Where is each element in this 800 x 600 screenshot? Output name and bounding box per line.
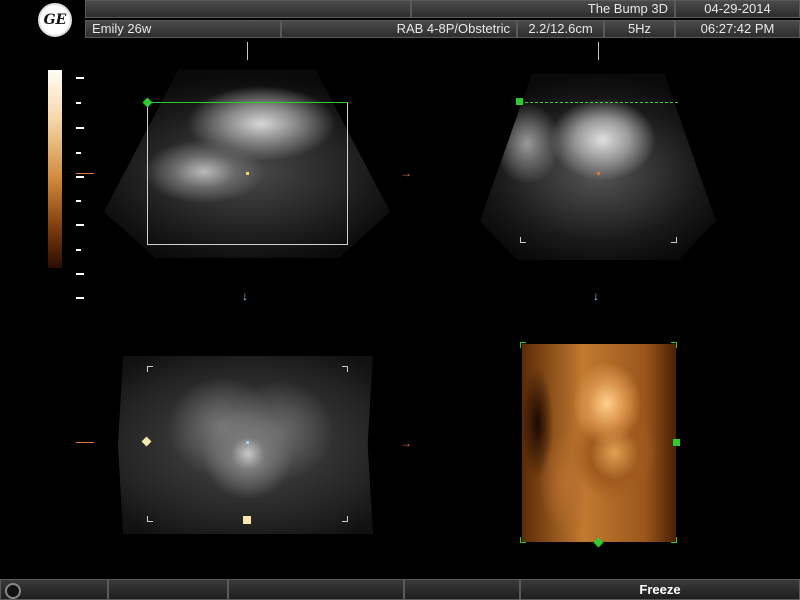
plane-a-scan-line [247,42,248,60]
plane-a-cursor [246,172,249,175]
patient-name: Emily 26w [85,20,281,38]
footer-softkey-1[interactable] [108,579,228,600]
plane-c-cursor [246,441,249,444]
plane-b-down-arrow-icon: ↓ [593,289,599,303]
plane-b-corner-bl [520,237,526,243]
plane-c-view[interactable] [118,356,373,534]
header-date: 04-29-2014 [675,0,800,18]
plane-c-corner-tr [342,366,348,372]
render-corner-tl [520,342,526,348]
scale-tick [76,127,84,129]
ge-logo: GE [38,3,72,37]
plane-c-right-arrow-icon: → [400,436,412,450]
plane-b-scan-line [598,42,599,60]
header-title: The Bump 3D [411,0,675,18]
header-time: 06:27:42 PM [675,20,800,38]
scale-tick [76,249,81,251]
plane-c-handle-square[interactable] [243,516,251,524]
footer-knob-button[interactable] [0,579,108,600]
plane-c-marker [76,442,94,443]
scale-tick [76,224,84,226]
freeze-label: Freeze [639,582,681,597]
frequency-readout: 5Hz [604,20,675,38]
plane-b-view[interactable] [480,73,716,260]
footer-softkey-2[interactable] [228,579,404,600]
plane-a-down-arrow-icon: ↓ [242,289,248,303]
render-handle-square[interactable] [673,439,680,446]
plane-a-marker [76,173,94,174]
scale-tick [76,297,84,299]
footer-softkey-3[interactable] [404,579,520,600]
plane-c-corner-tl [147,366,153,372]
plane-b-corner-br [671,237,677,243]
render-corner-bl [520,537,526,543]
scale-tick [76,200,81,202]
probe-preset: RAB 4-8P/Obstetric [281,20,517,38]
scale-tick [76,77,84,79]
record-knob-icon [5,582,21,599]
plane-c-corner-bl [147,516,153,522]
scale-tick [76,176,84,178]
scale-tick [76,102,81,104]
scale-tick [76,152,81,154]
plane-a-right-arrow-icon: → [400,166,412,180]
freeze-button[interactable]: Freeze [520,579,800,600]
render-3d-view[interactable] [522,344,676,542]
render-corner-tr [671,342,677,348]
depth-readout: 2.2/12.6cm [517,20,604,38]
header-blank-1 [85,0,411,18]
color-scale-bar [48,70,62,268]
render-corner-br [671,537,677,543]
scale-tick [76,273,84,275]
plane-c-corner-br [342,516,348,522]
plane-b-cursor [597,172,600,175]
roi-top-line [147,102,348,103]
plane-b-dashed-line [520,102,678,103]
plane-b-handle-square[interactable] [516,98,523,105]
